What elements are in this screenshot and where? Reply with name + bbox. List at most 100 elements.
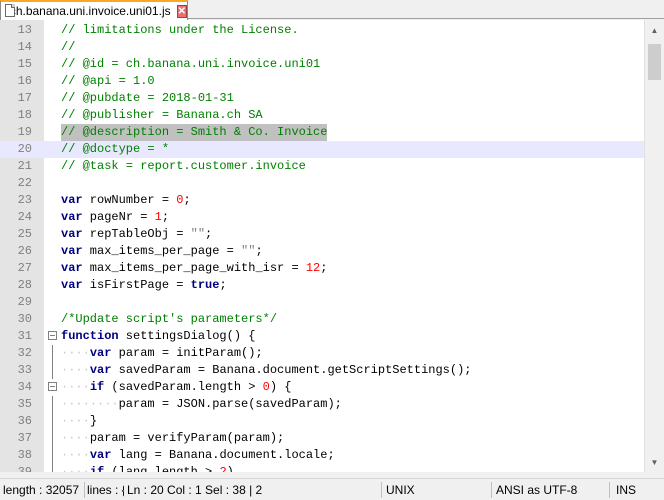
line-number: 26 xyxy=(17,244,32,258)
code-token: // @pubdate = 2018-01-31 xyxy=(61,91,234,105)
code-token: } xyxy=(89,414,98,428)
code-token: var xyxy=(89,346,112,360)
code-line[interactable]: 30 /*Update script's parameters*/ xyxy=(0,311,644,328)
code-line[interactable]: 39 ····if (lang.length > 2) xyxy=(0,464,644,472)
code-line[interactable]: 27 var max_items_per_page_with_isr = 12; xyxy=(0,260,644,277)
line-number: 37 xyxy=(17,431,32,445)
code-token: 1 xyxy=(154,210,162,224)
line-code: var max_items_per_page_with_isr = 12; xyxy=(61,260,327,277)
code-line[interactable]: 19 // @description = Smith & Co. Invoice xyxy=(0,124,644,141)
code-token: ; xyxy=(219,278,227,292)
code-line[interactable]: 24 var pageNr = 1; xyxy=(0,209,644,226)
line-number: 25 xyxy=(17,227,32,241)
line-number: 30 xyxy=(17,312,32,326)
line-number: 18 xyxy=(17,108,32,122)
code-token: ; xyxy=(161,210,170,224)
code-line[interactable]: 17 // @pubdate = 2018-01-31 xyxy=(0,90,644,107)
code-token: // @api = 1.0 xyxy=(61,74,155,88)
code-token: true xyxy=(190,278,220,292)
line-code: var pageNr = 1; xyxy=(61,209,169,226)
tab-title: ch.banana.uni.invoice.uni01.js xyxy=(9,4,171,18)
code-token: rowNumber = xyxy=(82,193,177,207)
code-line[interactable]: 38 ····var lang = Banana.document.locale; xyxy=(0,447,644,464)
code-token: // @id = ch.banana.uni.invoice.uni01 xyxy=(61,57,321,71)
code-line[interactable]: 23 var rowNumber = 0; xyxy=(0,192,644,209)
code-editor[interactable]: 13// limitations under the License. 14//1… xyxy=(0,20,644,472)
line-number: 35 xyxy=(17,397,32,411)
line-number: 17 xyxy=(17,91,32,105)
code-token: ; xyxy=(183,193,191,207)
line-code: ····var savedParam = Banana.document.get… xyxy=(61,362,471,379)
code-token: // xyxy=(61,40,76,54)
code-token: savedParam = Banana.document.getScriptSe… xyxy=(111,363,472,377)
line-code: // @pubdate = 2018-01-31 xyxy=(61,90,234,107)
line-code: // @publisher = Banana.ch SA xyxy=(61,107,263,124)
status-bar: length : 32057 lines : { Ln : 20 Col : 1… xyxy=(0,478,664,500)
code-line[interactable]: 16 // @api = 1.0 xyxy=(0,73,644,90)
status-length: length : 32057 xyxy=(3,483,80,497)
code-token: ; xyxy=(205,227,213,241)
indent-whitespace: ···· xyxy=(61,431,90,445)
code-line[interactable]: 29 xyxy=(0,294,644,311)
fold-guide-line xyxy=(48,430,58,447)
status-eol: UNIX xyxy=(386,483,415,497)
tab-file[interactable]: ch.banana.uni.invoice.uni01.js ✕ xyxy=(0,0,188,20)
code-line[interactable]: 28 var isFirstPage = true; xyxy=(0,277,644,294)
scrollbar-thumb[interactable] xyxy=(648,44,661,80)
arrow-down-icon[interactable]: ▼ xyxy=(645,454,664,471)
line-code: // @doctype = * xyxy=(61,141,169,158)
line-code: // xyxy=(61,39,75,56)
line-number: 19 xyxy=(17,125,32,139)
vertical-scrollbar[interactable]: ▲ ▼ xyxy=(644,20,664,472)
code-token: ; xyxy=(320,261,328,275)
code-token: var xyxy=(61,227,83,241)
code-token: repTableObj = xyxy=(82,227,191,241)
line-code: var rowNumber = 0; xyxy=(61,192,191,209)
code-line[interactable]: 13 // limitations under the License. xyxy=(0,22,644,39)
code-line[interactable]: 32 ····var param = initParam(); xyxy=(0,345,644,362)
close-icon[interactable]: ✕ xyxy=(176,4,187,18)
line-code: ········param = JSON.parse(savedParam); xyxy=(61,396,342,413)
fold-toggle-icon[interactable] xyxy=(48,328,58,345)
line-number: 16 xyxy=(17,74,32,88)
line-code: ····param = verifyParam(param); xyxy=(61,430,284,447)
fold-guide-line xyxy=(48,362,58,379)
code-line[interactable]: 37 ····param = verifyParam(param); xyxy=(0,430,644,447)
indent-whitespace: ···· xyxy=(61,448,90,462)
code-line[interactable]: 36 ····} xyxy=(0,413,644,430)
code-line[interactable]: 15 // @id = ch.banana.uni.invoice.uni01 xyxy=(0,56,644,73)
code-token: ; xyxy=(255,244,263,258)
fold-guide-line xyxy=(48,396,58,413)
code-line[interactable]: 18 // @publisher = Banana.ch SA xyxy=(0,107,644,124)
code-line[interactable]: 20 // @doctype = * xyxy=(0,141,644,158)
code-line[interactable]: 14 // xyxy=(0,39,644,56)
line-number: 13 xyxy=(17,23,32,37)
code-line[interactable]: 31 function settingsDialog() { xyxy=(0,328,644,345)
code-token: max_items_per_page_with_isr = xyxy=(82,261,306,275)
code-token: (lang.length > xyxy=(104,465,220,472)
line-code: // @task = report.customer.invoice xyxy=(61,158,306,175)
code-line[interactable]: 25 var repTableObj = ""; xyxy=(0,226,644,243)
code-token: 0 xyxy=(262,380,270,394)
code-token: var xyxy=(61,261,83,275)
arrow-up-icon[interactable]: ▲ xyxy=(645,22,664,39)
line-number: 22 xyxy=(17,176,32,190)
code-token: // @task = report.customer.invoice xyxy=(61,159,306,173)
code-line[interactable]: 35 ········param = JSON.parse(savedParam)… xyxy=(0,396,644,413)
code-token: pageNr = xyxy=(82,210,155,224)
status-lines: lines : { xyxy=(87,483,124,497)
code-token: (savedParam.length > xyxy=(104,380,263,394)
code-line[interactable]: 21 // @task = report.customer.invoice xyxy=(0,158,644,175)
code-line[interactable]: 22 xyxy=(0,175,644,192)
code-line[interactable]: 26 var max_items_per_page = ""; xyxy=(0,243,644,260)
code-token: settingsDialog() { xyxy=(118,329,256,343)
status-mode: INS xyxy=(616,483,637,497)
fold-toggle-icon[interactable] xyxy=(48,379,58,396)
code-line[interactable]: 33 ····var savedParam = Banana.document.g… xyxy=(0,362,644,379)
code-token: var xyxy=(61,210,83,224)
code-token: 2 xyxy=(219,465,227,472)
code-token: // @description = Smith & Co. Invoice xyxy=(61,125,328,139)
code-token: 12 xyxy=(305,261,321,275)
code-line[interactable]: 34 ····if (savedParam.length > 0) { xyxy=(0,379,644,396)
code-token: lang = Banana.document.locale; xyxy=(111,448,335,462)
